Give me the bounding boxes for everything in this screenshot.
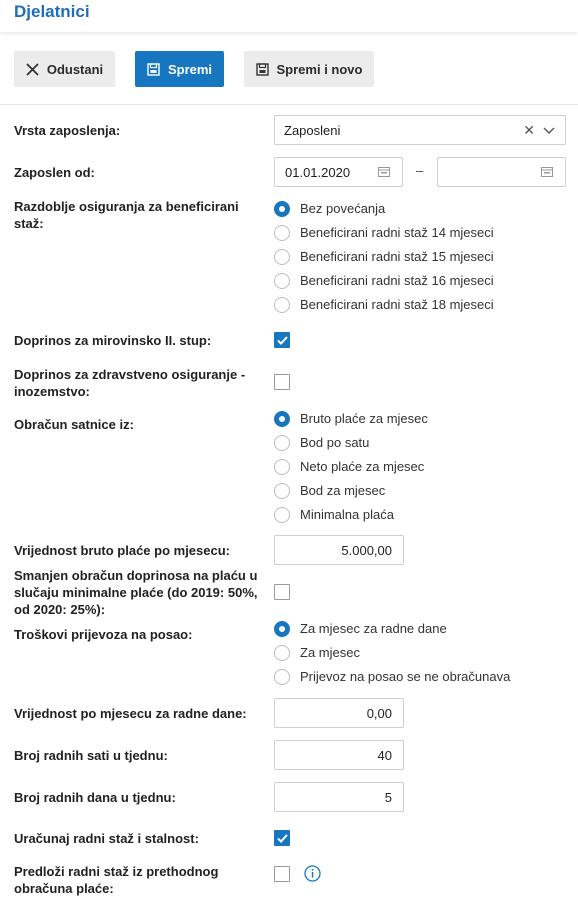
- transport-label: Troškovi prijevoza na posao:: [14, 627, 193, 642]
- page-header: Djelatnici: [0, 0, 578, 32]
- close-icon: [26, 62, 39, 76]
- insurance-period-option-0[interactable]: Bez povećanja: [300, 201, 385, 216]
- pension-pillar2-label: Doprinos za mirovinsko II. stup:: [14, 333, 212, 348]
- hourly-rate-option-2[interactable]: Neto plaće za mjesec: [300, 459, 424, 474]
- hourly-rate-radio-2[interactable]: [274, 459, 290, 475]
- suggest-tenure-checkbox[interactable]: [274, 866, 290, 882]
- monthly-workdays-label: Vrijednost po mjesecu za radne dane:: [14, 706, 247, 721]
- employment-type-label: Vrsta zaposlenja:: [14, 123, 121, 138]
- transport-option-2[interactable]: Prijevoz na posao se ne obračunava: [300, 669, 510, 684]
- save-label: Spremi: [167, 61, 213, 77]
- gross-salary-input[interactable]: 5.000,00: [274, 535, 404, 565]
- transport-option-0[interactable]: Za mjesec za radne dane: [300, 621, 447, 636]
- hourly-rate-radio-1[interactable]: [274, 435, 290, 451]
- transport-radio-0[interactable]: [274, 621, 290, 637]
- page-title: Djelatnici: [14, 2, 90, 21]
- suggest-tenure-label-line2: obračuna plaće:: [14, 881, 114, 896]
- employed-from-label: Zaposlen od:: [14, 165, 95, 180]
- cancel-label: Odustani: [46, 61, 104, 77]
- gross-salary-value: 5.000,00: [341, 543, 392, 558]
- weekly-days-value: 5: [384, 790, 392, 805]
- transport-option-1[interactable]: Za mjesec: [300, 645, 360, 660]
- insurance-period-radio-2[interactable]: [274, 249, 290, 265]
- save-icon: [255, 62, 269, 76]
- insurance-period-option-1[interactable]: Beneficirani radni staž 14 mjeseci: [300, 225, 494, 240]
- insurance-period-radio-4[interactable]: [274, 297, 290, 313]
- reduced-contrib-label: Smanjen obračun doprinosa na plaću u slu…: [14, 567, 257, 618]
- divider: [0, 104, 578, 105]
- toolbar: Odustani Spremi Spremi i novo: [0, 48, 578, 92]
- health-abroad-label: Doprinos za zdravstveno osiguranje - ino…: [14, 366, 245, 400]
- include-tenure-checkbox[interactable]: [274, 830, 290, 846]
- clear-icon[interactable]: ✕: [523, 122, 535, 139]
- reduced-contrib-label-line1: Smanjen obračun doprinosa na plaću u: [14, 568, 258, 583]
- date-to-input[interactable]: [437, 157, 566, 187]
- calendar-icon[interactable]: [541, 166, 553, 177]
- save-icon: [147, 62, 160, 76]
- insurance-period-option-4[interactable]: Beneficirani radni staž 18 mjeseci: [300, 297, 494, 312]
- insurance-period-label-line1: Razdoblje osiguranja za beneficirani: [14, 199, 239, 214]
- date-from-input[interactable]: 01.01.2020: [274, 157, 403, 187]
- hourly-rate-label: Obračun satnice iz:: [14, 417, 134, 432]
- cancel-button[interactable]: Odustani: [14, 51, 115, 87]
- weekly-days-input[interactable]: 5: [274, 782, 404, 812]
- reduced-contrib-label-line2: slučaju minimalne plaće (do 2019: 50%,: [14, 585, 258, 600]
- hourly-rate-option-3[interactable]: Bod za mjesec: [300, 483, 385, 498]
- insurance-period-label: Razdoblje osiguranja za beneficirani sta…: [14, 198, 239, 232]
- checkmark-icon: [277, 834, 288, 843]
- hourly-rate-option-1[interactable]: Bod po satu: [300, 435, 369, 450]
- reduced-contrib-label-line3: od 2020: 25%):: [14, 602, 106, 617]
- checkmark-icon: [277, 336, 288, 345]
- hourly-rate-radio-0[interactable]: [274, 411, 290, 427]
- monthly-workdays-input[interactable]: 0,00: [274, 698, 404, 728]
- weekly-hours-input[interactable]: 40: [274, 740, 404, 770]
- suggest-tenure-label-line1: Predloži radni staž iz prethodnog: [14, 864, 219, 879]
- insurance-period-option-2[interactable]: Beneficirani radni staž 15 mjeseci: [300, 249, 494, 264]
- insurance-period-radio-3[interactable]: [274, 273, 290, 289]
- calendar-icon[interactable]: [378, 166, 390, 177]
- save-button[interactable]: Spremi: [135, 51, 224, 87]
- employment-type-select[interactable]: Zaposleni ✕: [274, 115, 566, 145]
- save-and-new-label: Spremi i novo: [276, 61, 363, 77]
- gross-salary-label: Vrijednost bruto plaće po mjesecu:: [14, 543, 230, 558]
- insurance-period-radio-0[interactable]: [274, 201, 290, 217]
- weekly-hours-value: 40: [377, 748, 392, 763]
- suggest-tenure-label: Predloži radni staž iz prethodnog obraču…: [14, 863, 218, 897]
- hourly-rate-option-0[interactable]: Bruto plaće za mjesec: [300, 411, 428, 426]
- info-icon[interactable]: [304, 865, 321, 882]
- insurance-period-radio-1[interactable]: [274, 225, 290, 241]
- transport-radio-2[interactable]: [274, 669, 290, 685]
- health-abroad-checkbox[interactable]: [274, 374, 290, 390]
- weekly-hours-label: Broj radnih sati u tjednu:: [14, 748, 168, 763]
- transport-radio-1[interactable]: [274, 645, 290, 661]
- save-and-new-button[interactable]: Spremi i novo: [244, 51, 374, 87]
- reduced-contrib-checkbox[interactable]: [274, 584, 290, 600]
- insurance-period-label-line2: staž:: [14, 216, 44, 231]
- health-abroad-label-line2: inozemstvo:: [14, 384, 90, 399]
- chevron-down-icon[interactable]: [543, 124, 555, 136]
- date-from-value: 01.01.2020: [285, 165, 351, 180]
- hourly-rate-radio-4[interactable]: [274, 507, 290, 523]
- employment-type-value: Zaposleni: [284, 123, 341, 138]
- date-range-separator: –: [416, 163, 424, 178]
- hourly-rate-radio-3[interactable]: [274, 483, 290, 499]
- hourly-rate-option-4[interactable]: Minimalna plaća: [300, 507, 394, 522]
- insurance-period-option-3[interactable]: Beneficirani radni staž 16 mjeseci: [300, 273, 494, 288]
- include-tenure-label: Uračunaj radni staž i stalnost:: [14, 831, 199, 846]
- health-abroad-label-line1: Doprinos za zdravstveno osiguranje -: [14, 367, 246, 382]
- monthly-workdays-value: 0,00: [366, 706, 392, 721]
- pension-pillar2-checkbox[interactable]: [274, 332, 290, 348]
- weekly-days-label: Broj radnih dana u tjednu:: [14, 790, 176, 805]
